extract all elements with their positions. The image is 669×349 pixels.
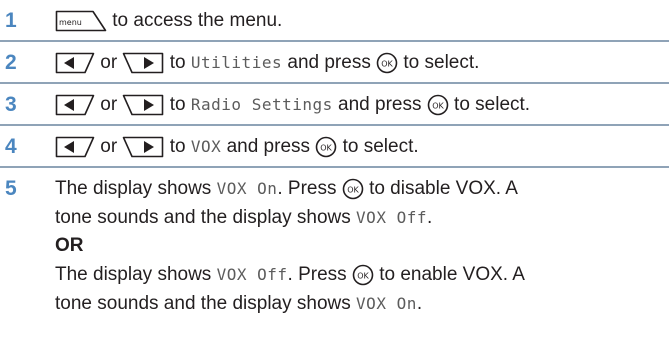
svg-text:OK: OK <box>347 185 359 194</box>
step-text-part: tone sounds and the display shows <box>55 293 351 314</box>
step-text-part: to enable VOX. A <box>379 264 525 285</box>
right-arrow-key-icon <box>122 136 164 158</box>
step-text-part: to select. <box>454 94 531 115</box>
svg-text:OK: OK <box>381 59 393 68</box>
step-text-part: and press <box>226 136 311 157</box>
display-text: VOX Off <box>356 208 427 227</box>
right-arrow-key-icon <box>122 52 164 74</box>
svg-text:OK: OK <box>432 101 444 110</box>
step-number: 5 <box>5 177 17 200</box>
step-number: 3 <box>5 93 17 116</box>
step-text-part: to disable VOX. A <box>369 178 518 199</box>
step-text-part: and press <box>287 52 371 73</box>
or-label: OR <box>55 235 84 256</box>
step-text-part: . <box>426 207 433 228</box>
step-number: 2 <box>5 51 17 74</box>
step-5-line-1: The display shows VOX On. Press OK to di… <box>55 174 518 203</box>
display-text: VOX On <box>216 179 278 198</box>
ok-key-icon: OK <box>342 178 364 200</box>
menu-item-name: Radio Settings <box>190 95 333 114</box>
left-arrow-key-icon <box>55 94 95 116</box>
step-text-part: The display shows <box>55 264 212 285</box>
right-arrow-key-icon <box>122 94 164 116</box>
or-text: or <box>100 136 118 157</box>
step-text-part: . Press <box>277 178 337 199</box>
ok-key-icon: OK <box>427 94 449 116</box>
step-text-part: The display shows <box>55 178 212 199</box>
menu-key-icon: menu <box>55 10 107 32</box>
svg-text:OK: OK <box>357 271 369 280</box>
step-5-line-2: tone sounds and the display shows VOX Of… <box>55 203 432 232</box>
to-text: to <box>169 94 186 115</box>
step-number: 4 <box>5 135 17 158</box>
svg-text:menu: menu <box>59 18 82 27</box>
step-1: 1 menu to access the menu. <box>0 0 669 42</box>
step-number: 1 <box>5 9 17 32</box>
svg-text:OK: OK <box>321 143 333 152</box>
step-5-line-5: tone sounds and the display shows VOX On… <box>55 289 422 318</box>
step-text-part: to select. <box>342 136 419 157</box>
ok-key-icon: OK <box>352 264 374 286</box>
step-text: menu to access the menu. <box>55 6 282 35</box>
or-text: or <box>100 94 118 115</box>
step-text-part: to select. <box>403 52 480 73</box>
step-4: 4 or to VOX and press OK to select. <box>0 126 669 168</box>
left-arrow-key-icon <box>55 136 95 158</box>
step-1-text: to access the menu. <box>112 10 283 31</box>
step-text: or to Utilities and press OK to select. <box>55 48 479 77</box>
step-text-part: . Press <box>287 264 347 285</box>
step-2: 2 or to Utilities and press OK to select… <box>0 42 669 84</box>
step-3: 3 or to Radio Settings and press OK to s… <box>0 84 669 126</box>
to-text: to <box>169 52 186 73</box>
display-text: VOX Off <box>216 265 288 284</box>
or-text: or <box>100 52 118 73</box>
menu-item-name: VOX <box>190 137 222 156</box>
left-arrow-key-icon <box>55 52 95 74</box>
ok-key-icon: OK <box>376 52 398 74</box>
step-5: 5 The display shows VOX On. Press OK to … <box>0 168 669 349</box>
to-text: to <box>169 136 186 157</box>
display-text: VOX On <box>356 294 417 313</box>
step-text: or to Radio Settings and press OK to sel… <box>55 90 530 119</box>
step-5-line-4: The display shows VOX Off. Press OK to e… <box>55 260 525 289</box>
step-text-part: . <box>416 293 423 314</box>
step-text-part: and press <box>338 94 422 115</box>
menu-item-name: Utilities <box>190 53 283 72</box>
step-text-part: tone sounds and the display shows <box>55 207 351 228</box>
ok-key-icon: OK <box>315 136 337 158</box>
step-text: or to VOX and press OK to select. <box>55 132 419 161</box>
